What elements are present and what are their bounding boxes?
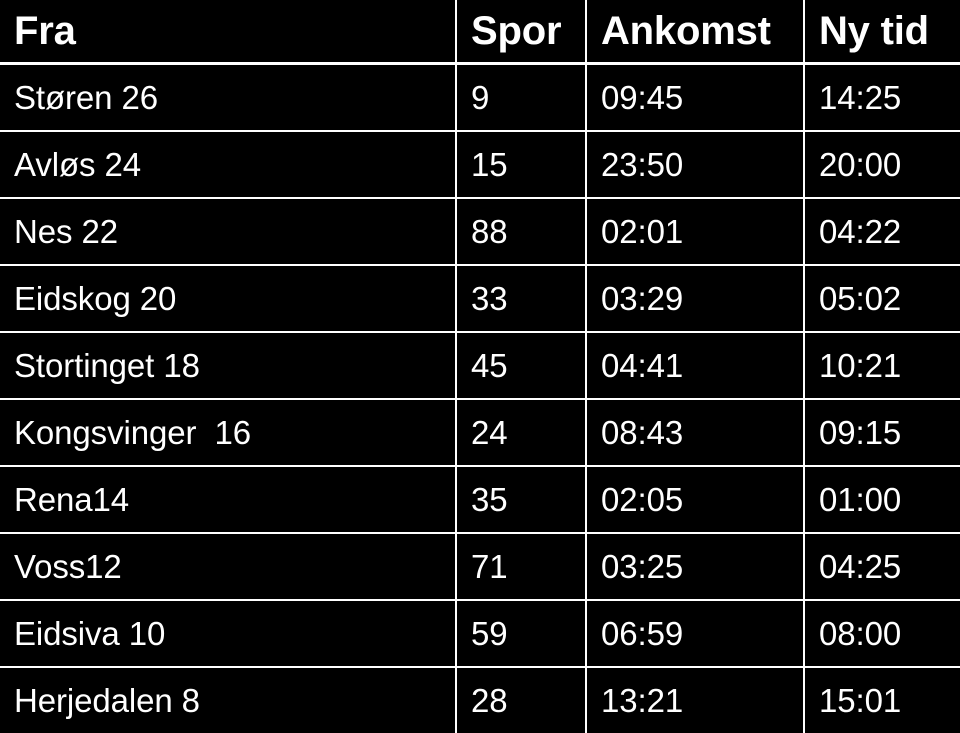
- cell-spor: 71: [456, 533, 586, 600]
- cell-ankomst: 03:25: [586, 533, 804, 600]
- table-row[interactable]: Herjedalen 82813:2115:01: [0, 667, 960, 733]
- cell-ankomst: 02:01: [586, 198, 804, 265]
- cell-fra: Avløs 24: [0, 131, 456, 198]
- cell-nytid: 09:15: [804, 399, 960, 466]
- cell-nytid: 08:00: [804, 600, 960, 667]
- schedule-table: Fra Spor Ankomst Ny tid Støren 26909:451…: [0, 0, 960, 733]
- cell-spor: 28: [456, 667, 586, 733]
- cell-spor: 59: [456, 600, 586, 667]
- cell-ankomst: 04:41: [586, 332, 804, 399]
- cell-spor: 45: [456, 332, 586, 399]
- cell-fra: Stortinget 18: [0, 332, 456, 399]
- table-body: Støren 26909:4514:25Avløs 241523:5020:00…: [0, 64, 960, 733]
- cell-nytid: 15:01: [804, 667, 960, 733]
- table-row[interactable]: Eidsiva 105906:5908:00: [0, 600, 960, 667]
- cell-ankomst: 23:50: [586, 131, 804, 198]
- cell-spor: 33: [456, 265, 586, 332]
- cell-ankomst: 09:45: [586, 64, 804, 132]
- cell-ankomst: 02:05: [586, 466, 804, 533]
- cell-fra: Nes 22: [0, 198, 456, 265]
- cell-nytid: 05:02: [804, 265, 960, 332]
- header-row: Fra Spor Ankomst Ny tid: [0, 0, 960, 64]
- cell-spor: 35: [456, 466, 586, 533]
- cell-nytid: 04:25: [804, 533, 960, 600]
- table-row[interactable]: Avløs 241523:5020:00: [0, 131, 960, 198]
- cell-fra: Eidskog 20: [0, 265, 456, 332]
- table-row[interactable]: Kongsvinger 162408:4309:15: [0, 399, 960, 466]
- column-header-ankomst[interactable]: Ankomst: [586, 0, 804, 64]
- cell-ankomst: 08:43: [586, 399, 804, 466]
- cell-spor: 9: [456, 64, 586, 132]
- table-row[interactable]: Støren 26909:4514:25: [0, 64, 960, 132]
- departure-board: Fra Spor Ankomst Ny tid Støren 26909:451…: [0, 0, 960, 720]
- cell-nytid: 20:00: [804, 131, 960, 198]
- cell-fra: Eidsiva 10: [0, 600, 456, 667]
- column-header-spor[interactable]: Spor: [456, 0, 586, 64]
- column-header-nytid[interactable]: Ny tid: [804, 0, 960, 64]
- table-row[interactable]: Stortinget 184504:4110:21: [0, 332, 960, 399]
- cell-nytid: 10:21: [804, 332, 960, 399]
- cell-fra: Herjedalen 8: [0, 667, 456, 733]
- table-row[interactable]: Rena143502:0501:00: [0, 466, 960, 533]
- table-row[interactable]: Eidskog 203303:2905:02: [0, 265, 960, 332]
- cell-nytid: 04:22: [804, 198, 960, 265]
- cell-fra: Kongsvinger 16: [0, 399, 456, 466]
- cell-ankomst: 03:29: [586, 265, 804, 332]
- cell-spor: 24: [456, 399, 586, 466]
- table-row[interactable]: Nes 228802:0104:22: [0, 198, 960, 265]
- table-header: Fra Spor Ankomst Ny tid: [0, 0, 960, 64]
- cell-fra: Rena14: [0, 466, 456, 533]
- cell-spor: 88: [456, 198, 586, 265]
- cell-ankomst: 06:59: [586, 600, 804, 667]
- cell-spor: 15: [456, 131, 586, 198]
- cell-fra: Voss12: [0, 533, 456, 600]
- cell-ankomst: 13:21: [586, 667, 804, 733]
- cell-nytid: 01:00: [804, 466, 960, 533]
- table-row[interactable]: Voss127103:2504:25: [0, 533, 960, 600]
- column-header-fra[interactable]: Fra: [0, 0, 456, 64]
- cell-fra: Støren 26: [0, 64, 456, 132]
- cell-nytid: 14:25: [804, 64, 960, 132]
